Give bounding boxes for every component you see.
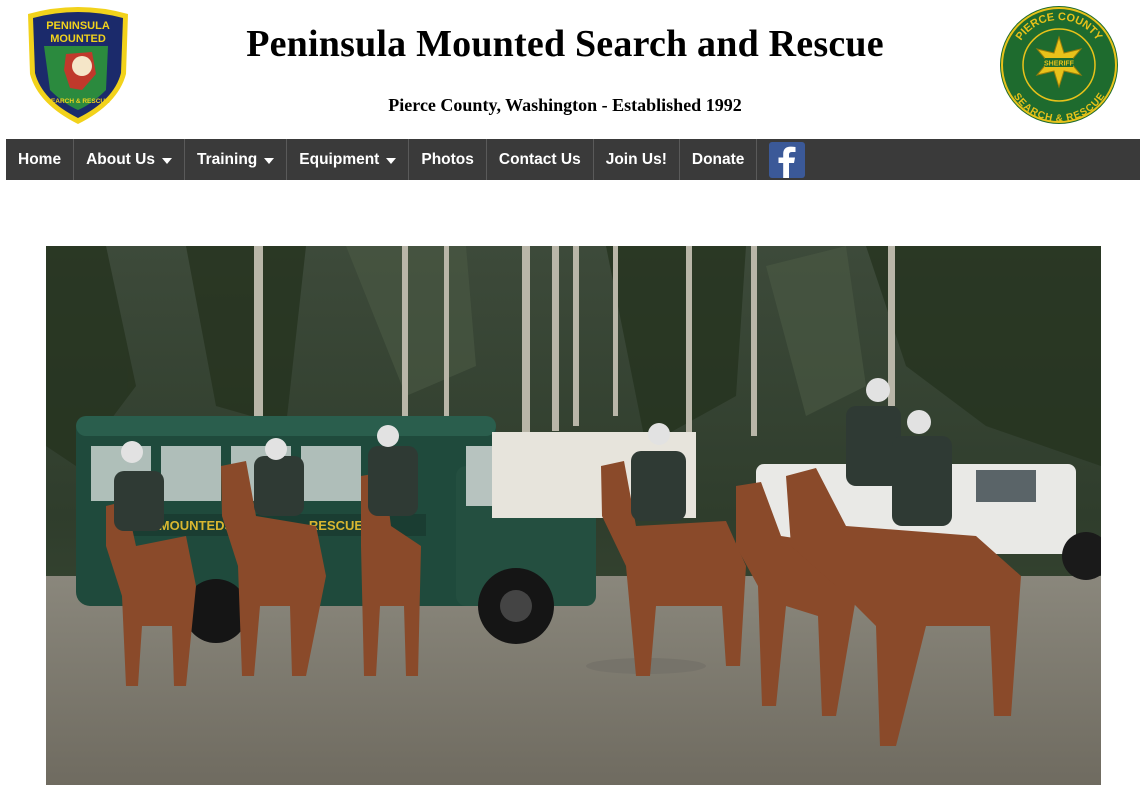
site-subtitle: Pierce County, Washington - Established … bbox=[388, 95, 742, 115]
nav-about-us-label: About Us bbox=[86, 150, 155, 168]
pierce-county-seal-logo[interactable]: PIERCE COUNTY SEARCH & RESCUE SHERIFF bbox=[998, 4, 1120, 126]
nav-about-us[interactable]: About Us bbox=[74, 139, 185, 180]
nav-contact-us[interactable]: Contact Us bbox=[487, 139, 594, 180]
left-logo-text-bottom: SEARCH & RESCUE bbox=[47, 98, 111, 105]
nav-home[interactable]: Home bbox=[6, 139, 75, 180]
nav-home-label: Home bbox=[18, 150, 62, 168]
chevron-down-icon bbox=[161, 157, 172, 164]
facebook-link[interactable] bbox=[757, 139, 817, 180]
facebook-icon bbox=[769, 141, 806, 178]
nav-training-label: Training bbox=[196, 150, 258, 168]
nav-join-us[interactable]: Join Us! bbox=[594, 139, 680, 180]
chevron-down-icon bbox=[264, 157, 275, 164]
nav-donate-label: Donate bbox=[691, 150, 745, 168]
nav-equipment[interactable]: Equipment bbox=[287, 139, 410, 180]
chevron-down-icon bbox=[386, 157, 397, 164]
left-logo-text-mid: MOUNTED bbox=[50, 33, 106, 45]
nav-join-us-label: Join Us! bbox=[605, 150, 667, 168]
bus-text-left: MOUNTEDS bbox=[159, 518, 234, 533]
nav-equipment-label: Equipment bbox=[299, 150, 380, 168]
nav-photos-label: Photos bbox=[421, 150, 474, 168]
nav-contact-us-label: Contact Us bbox=[498, 150, 581, 168]
left-logo-text-top: PENINSULA bbox=[46, 20, 110, 32]
site-header: PENINSULA MOUNTED SEARCH & RESCUE Penins… bbox=[0, 0, 1143, 136]
bus-text-right: RESCUE bbox=[309, 518, 364, 533]
site-title: Peninsula Mounted Search and Rescue bbox=[246, 23, 884, 65]
main-nav: Home About Us Training Equipment Photos … bbox=[6, 139, 1140, 180]
hero-photo: MOUNTEDS RESCUE bbox=[46, 246, 1101, 785]
nav-photos[interactable]: Photos bbox=[409, 139, 487, 180]
nav-donate[interactable]: Donate bbox=[680, 139, 758, 180]
nav-training[interactable]: Training bbox=[185, 139, 288, 180]
peninsula-mounted-logo[interactable]: PENINSULA MOUNTED SEARCH & RESCUE bbox=[22, 4, 134, 126]
sheriff-star-text: SHERIFF bbox=[1044, 61, 1075, 68]
